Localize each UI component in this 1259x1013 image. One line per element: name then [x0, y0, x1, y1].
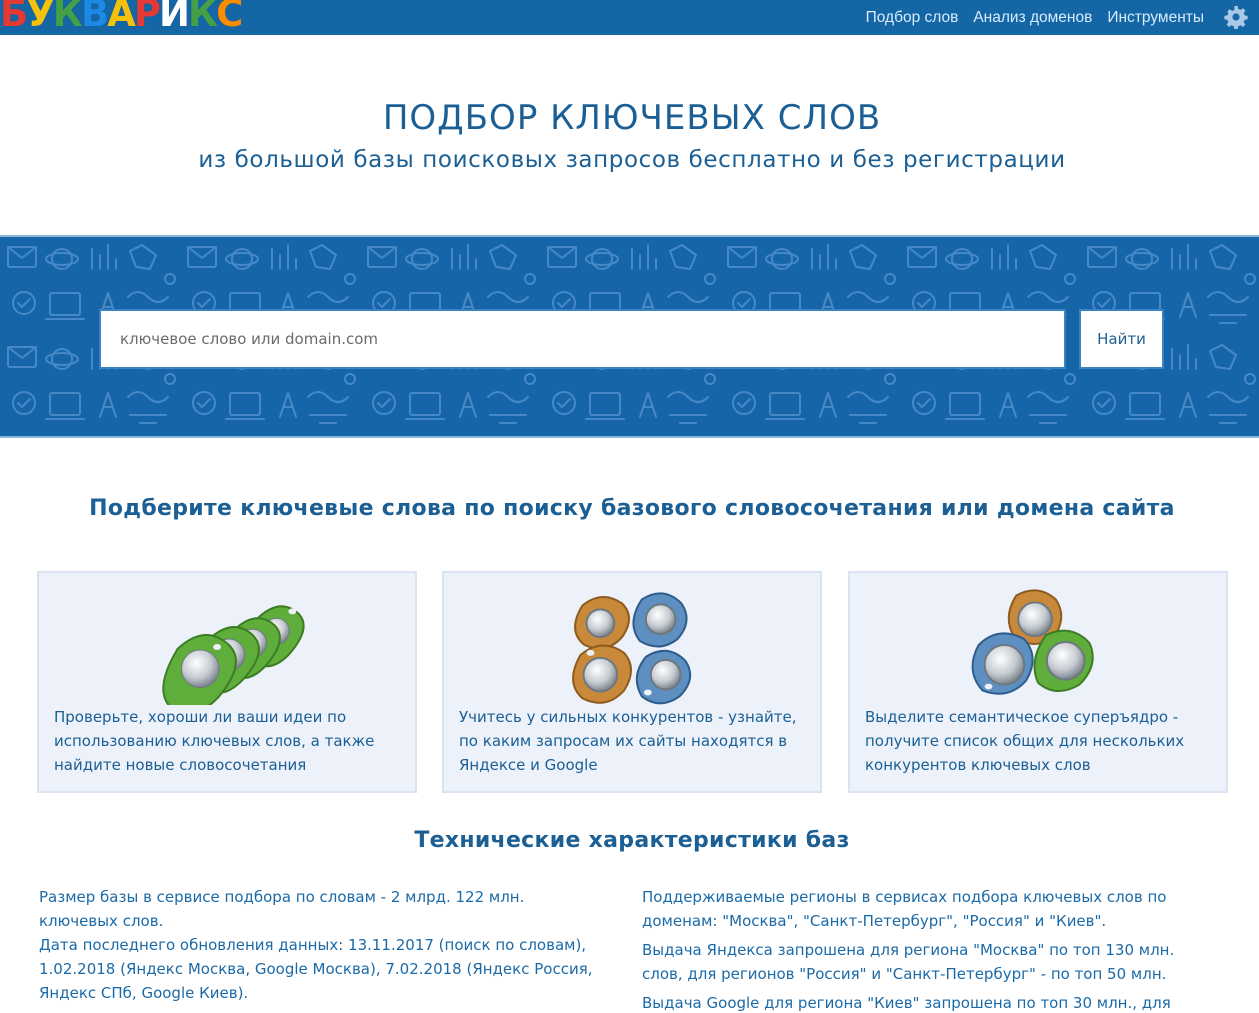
- feature-card-text: Учитесь у сильных конкурентов - узнайте,…: [459, 708, 797, 774]
- spec-item: Выдача Яндекса запрошена для региона "Мо…: [642, 941, 1175, 983]
- core-keyfobs-icon: [971, 589, 1094, 695]
- logo-letter: С: [216, 0, 242, 35]
- feature-card-text: Проверьте, хороши ли ваши идеи по исполь…: [54, 708, 375, 774]
- site-logo[interactable]: БУКВАРИКС: [0, 0, 241, 35]
- page-subtitle: из большой базы поисковых запросов беспл…: [198, 147, 1066, 173]
- feature-card-competitors: Учитесь у сильных конкурентов - узнайте,…: [442, 571, 822, 793]
- logo-letter: К: [52, 0, 83, 35]
- spec-item: Дата последнего обновления данных: 13.11…: [39, 936, 593, 1002]
- gear-icon[interactable]: [1224, 5, 1248, 29]
- features-heading: Подберите ключевые слова по поиску базов…: [89, 496, 1175, 521]
- specs-heading: Технические характеристики баз: [414, 828, 850, 853]
- logo-letter: В: [80, 0, 109, 35]
- nav-domain-analysis[interactable]: Анализ доменов: [973, 9, 1092, 27]
- nav-keyword-selection[interactable]: Подбор слов: [866, 9, 959, 27]
- spec-item: Размер базы в сервисе подбора по словам …: [39, 888, 525, 930]
- spec-item: Выдача Google для региона "Киев" запроше…: [642, 994, 1171, 1012]
- competitor-keyfobs-icon: [572, 592, 692, 705]
- search-button[interactable]: Найти: [1079, 309, 1164, 369]
- search-input[interactable]: [99, 309, 1066, 369]
- search-banner: Найти: [0, 235, 1259, 438]
- main-nav: Подбор слов Анализ доменов Инструменты: [866, 0, 1204, 35]
- logo-letter: И: [158, 0, 190, 35]
- spec-item: Поддерживаемые регионы в сервисах подбор…: [642, 888, 1167, 930]
- nav-tools[interactable]: Инструменты: [1107, 9, 1204, 27]
- logo-letter: К: [187, 0, 218, 35]
- feature-card-ideas: Проверьте, хороши ли ваши идеи по исполь…: [37, 571, 417, 793]
- feature-card-text: Выделите семантическое суперъядро - полу…: [865, 708, 1185, 774]
- logo-letter: У: [26, 0, 54, 35]
- logo-letter: Б: [0, 0, 28, 35]
- page-title: ПОДБОР КЛЮЧЕВЫХ СЛОВ: [382, 98, 882, 138]
- top-navigation-bar: БУКВАРИКС Подбор слов Анализ доменов Инс…: [0, 0, 1259, 35]
- specs-left-column: Размер базы в сервисе подбора по словам …: [39, 885, 599, 1005]
- green-keyfobs-icon: [162, 605, 305, 705]
- feature-card-semantic-core: Выделите семантическое суперъядро - полу…: [848, 571, 1228, 793]
- logo-letter: А: [107, 0, 136, 35]
- specs-right-column: Поддерживаемые регионы в сервисах подбор…: [642, 885, 1202, 1013]
- logo-letter: Р: [133, 0, 161, 35]
